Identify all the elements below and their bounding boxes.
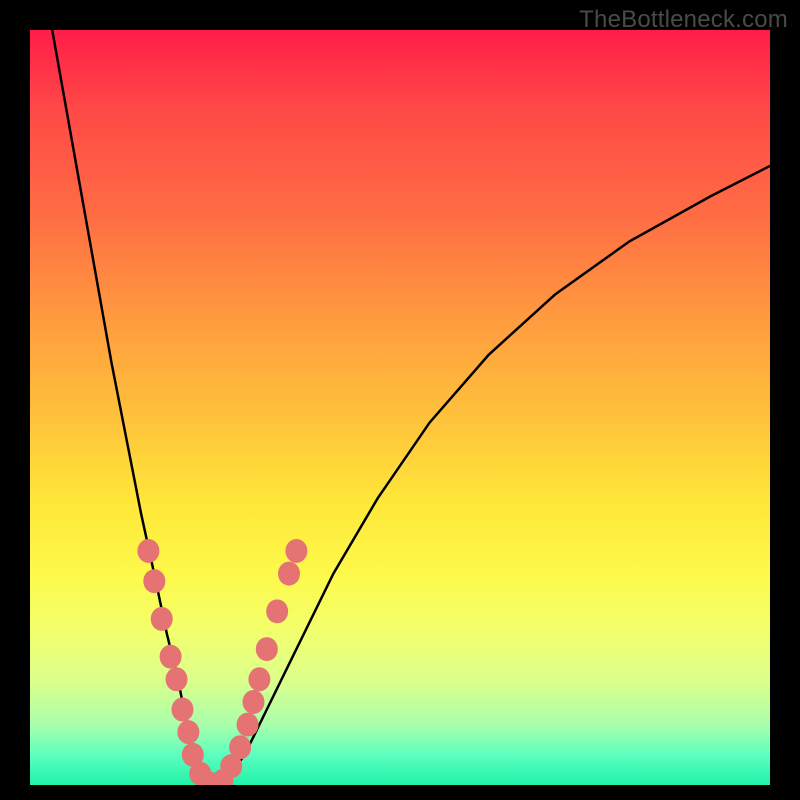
plot-area xyxy=(30,30,770,785)
marker-point xyxy=(177,720,199,744)
chart-stage: TheBottleneck.com xyxy=(0,0,800,800)
marker-point xyxy=(285,539,307,563)
markers-layer xyxy=(30,30,770,785)
marker-point xyxy=(237,713,259,737)
marker-point xyxy=(143,569,165,593)
marker-point xyxy=(242,690,264,714)
marker-point xyxy=(278,562,300,586)
marker-point xyxy=(151,607,173,631)
marker-point xyxy=(166,667,188,691)
marker-point xyxy=(137,539,159,563)
marker-point xyxy=(229,735,251,759)
watermark-text: TheBottleneck.com xyxy=(579,6,788,34)
marker-point xyxy=(171,698,193,722)
marker-point xyxy=(266,599,288,623)
marker-point xyxy=(160,645,182,669)
markers-group xyxy=(137,539,307,785)
marker-point xyxy=(256,637,278,661)
marker-point xyxy=(248,667,270,691)
